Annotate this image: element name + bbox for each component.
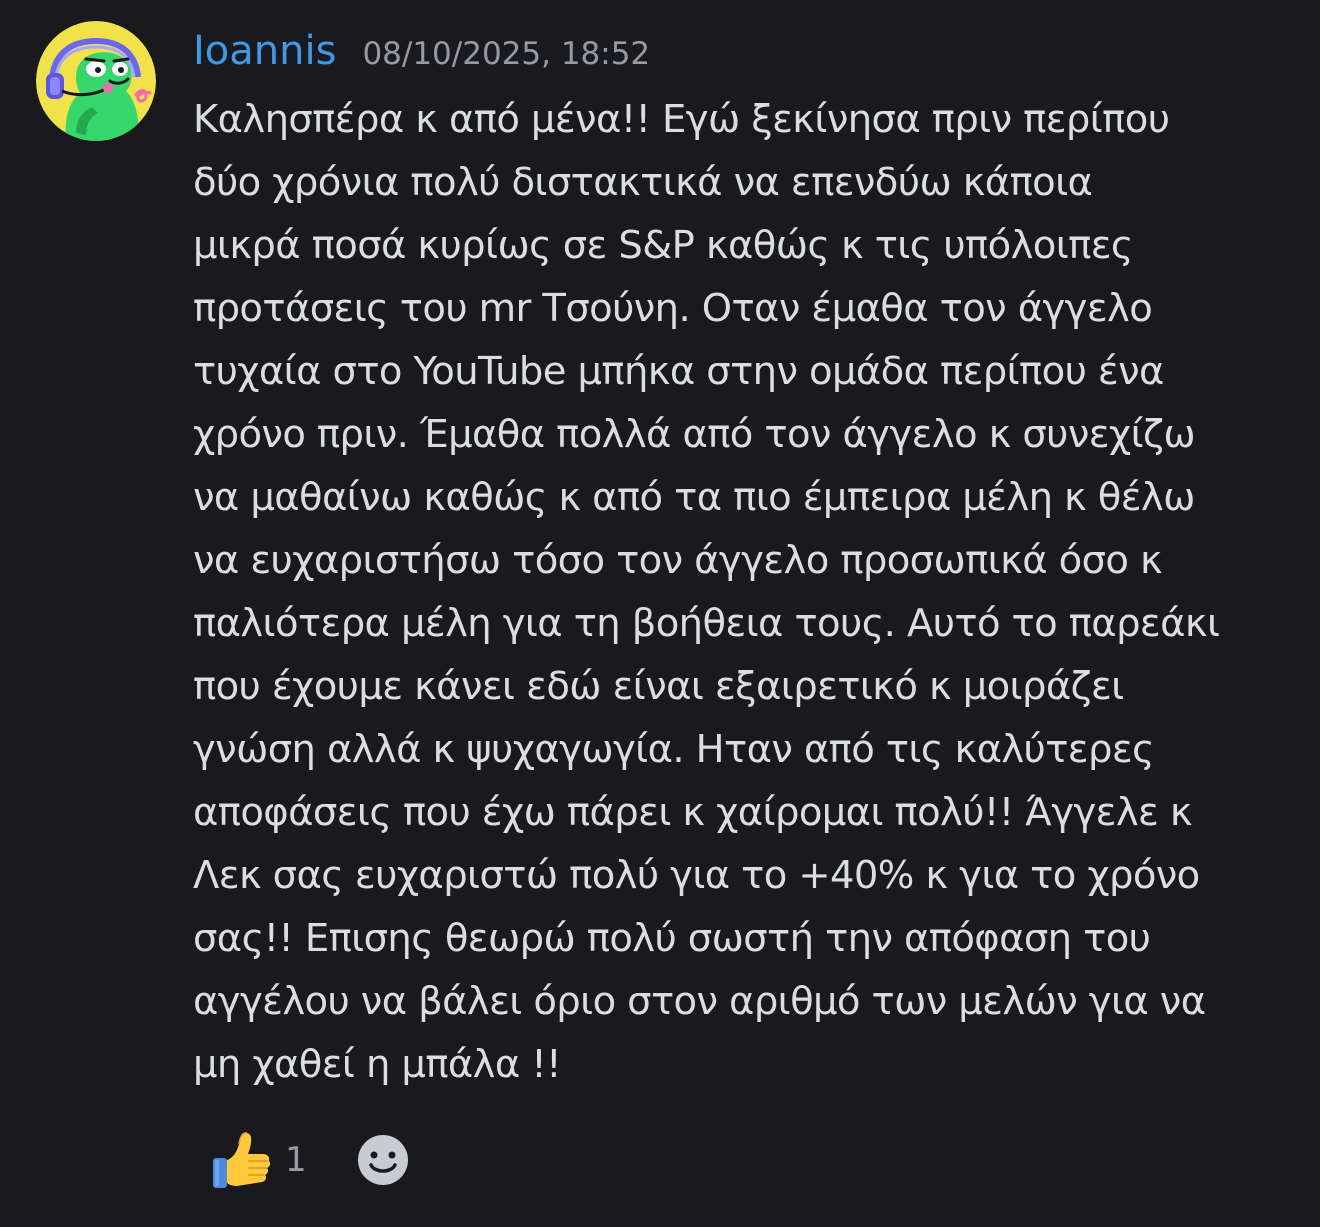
timestamp: 08/10/2025, 18:52 [362,36,651,72]
message-header: Ioannis 08/10/2025, 18:52 [193,28,650,84]
thumbs-up-icon [213,1132,271,1188]
chat-message: Ioannis 08/10/2025, 18:52 Καλησπέρα κ απ… [0,0,1320,1227]
smiley-add-reaction-icon[interactable] [355,1132,411,1188]
avatar-green-character-headset-icon [36,21,156,141]
user-avatar[interactable] [36,21,156,141]
reaction-count: 1 [285,1140,307,1180]
message-content: Καλησπέρα κ από μένα!! Εγώ ξεκίνησα πριν… [193,97,1220,1087]
reactions-bar: 1 [193,1120,411,1200]
username[interactable]: Ioannis [193,28,336,74]
reaction-thumbs-up[interactable]: 1 [193,1122,323,1198]
